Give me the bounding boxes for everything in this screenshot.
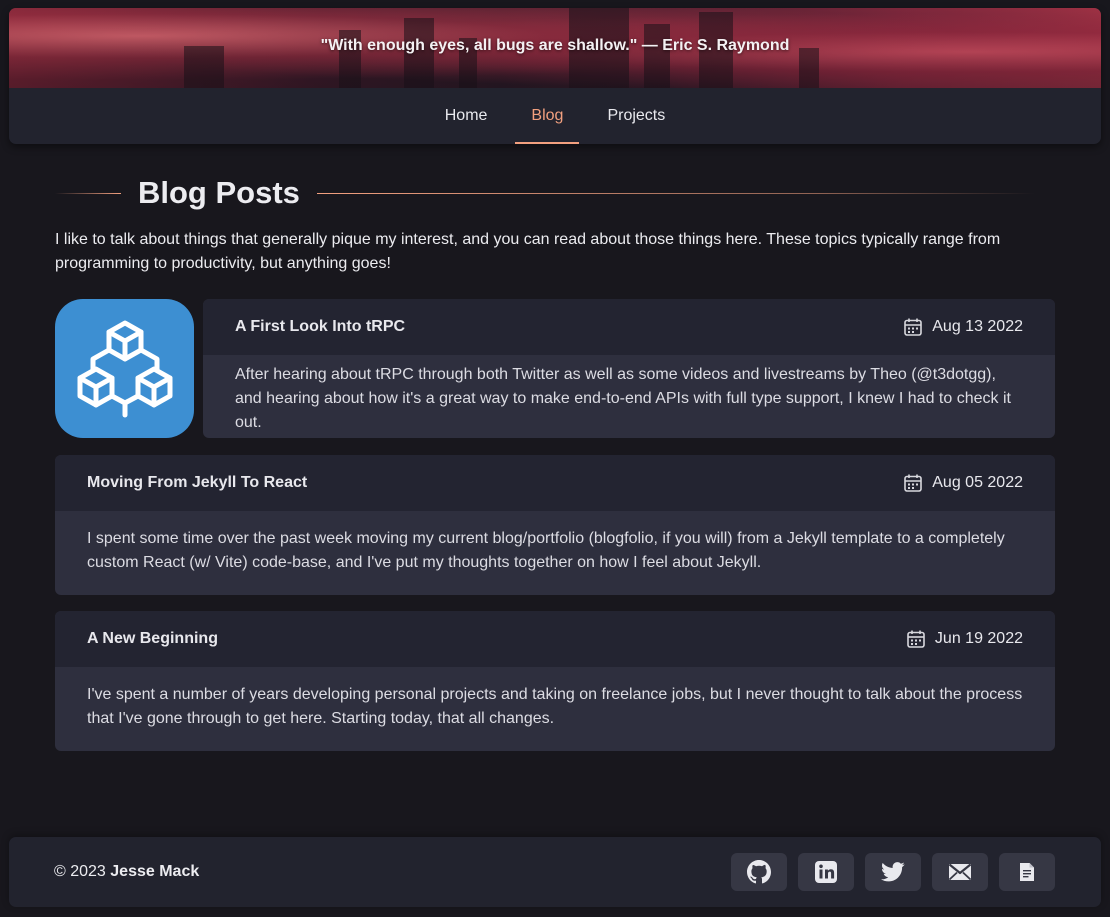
post-date: Jun 19 2022 (906, 629, 1023, 649)
resume-link[interactable] (999, 853, 1055, 891)
post-excerpt: After hearing about tRPC through both Tw… (235, 366, 1011, 431)
main-nav: Home Blog Projects (9, 88, 1101, 144)
page: "With enough eyes, all bugs are shallow.… (0, 0, 1110, 917)
post-date-text: Aug 13 2022 (932, 318, 1023, 335)
post-header: Moving From Jekyll To React Aug 05 2022 (55, 455, 1055, 511)
copyright: © 2023 Jesse Mack (54, 863, 199, 881)
hero-banner: "With enough eyes, all bugs are shallow.… (9, 8, 1101, 88)
blog-post-card[interactable]: Moving From Jekyll To React Aug 05 2022 (55, 455, 1055, 595)
blog-intro: I like to talk about things that general… (55, 231, 1001, 272)
post-title[interactable]: Moving From Jekyll To React (87, 474, 307, 492)
trpc-logo-icon (77, 320, 172, 417)
post-thumbnail[interactable] (55, 299, 194, 438)
social-links (731, 853, 1055, 891)
post-date: Aug 05 2022 (903, 473, 1023, 493)
nav-projects[interactable]: Projects (591, 88, 681, 144)
author-name: Jesse Mack (110, 863, 200, 880)
linkedin-icon (815, 861, 837, 883)
copyright-prefix: © 2023 (54, 863, 106, 880)
twitter-link[interactable] (865, 853, 921, 891)
section-heading-row: Blog Posts (55, 168, 1055, 218)
mail-icon (948, 863, 972, 881)
post-excerpt: I've spent a number of years developing … (87, 686, 1023, 727)
site-footer: © 2023 Jesse Mack (9, 837, 1101, 907)
resume-icon (1020, 863, 1034, 881)
linkedin-link[interactable] (798, 853, 854, 891)
post-date-text: Aug 05 2022 (932, 474, 1023, 491)
post-date-text: Jun 19 2022 (934, 630, 1023, 647)
nav-blog[interactable]: Blog (515, 88, 580, 144)
site-header: "With enough eyes, all bugs are shallow.… (9, 8, 1101, 144)
post-date: Aug 13 2022 (903, 317, 1023, 337)
main-content: Blog Posts I like to talk about things t… (55, 168, 1055, 751)
post-excerpt: I spent some time over the past week mov… (87, 530, 1005, 571)
twitter-icon (881, 862, 905, 882)
email-link[interactable] (932, 853, 988, 891)
nav-home[interactable]: Home (429, 88, 504, 144)
page-title: Blog Posts (138, 175, 300, 210)
post-header: A First Look Into tRPC Aug 13 2022 (203, 299, 1055, 355)
blog-post-card[interactable]: A First Look Into tRPC Aug 13 2022 After… (203, 299, 1055, 438)
github-icon (747, 860, 771, 884)
blog-post-card[interactable]: A New Beginning Jun 19 2022 I've spent a… (55, 611, 1055, 751)
heading-divider-right (316, 192, 1035, 194)
calendar-icon (907, 630, 925, 648)
github-link[interactable] (731, 853, 787, 891)
post-header: A New Beginning Jun 19 2022 (55, 611, 1055, 667)
post-title[interactable]: A New Beginning (87, 630, 218, 648)
calendar-icon (904, 318, 923, 336)
calendar-icon (904, 474, 923, 492)
heading-divider-left (55, 192, 121, 194)
header-quote: "With enough eyes, all bugs are shallow.… (320, 37, 790, 54)
post-title[interactable]: A First Look Into tRPC (235, 318, 405, 336)
